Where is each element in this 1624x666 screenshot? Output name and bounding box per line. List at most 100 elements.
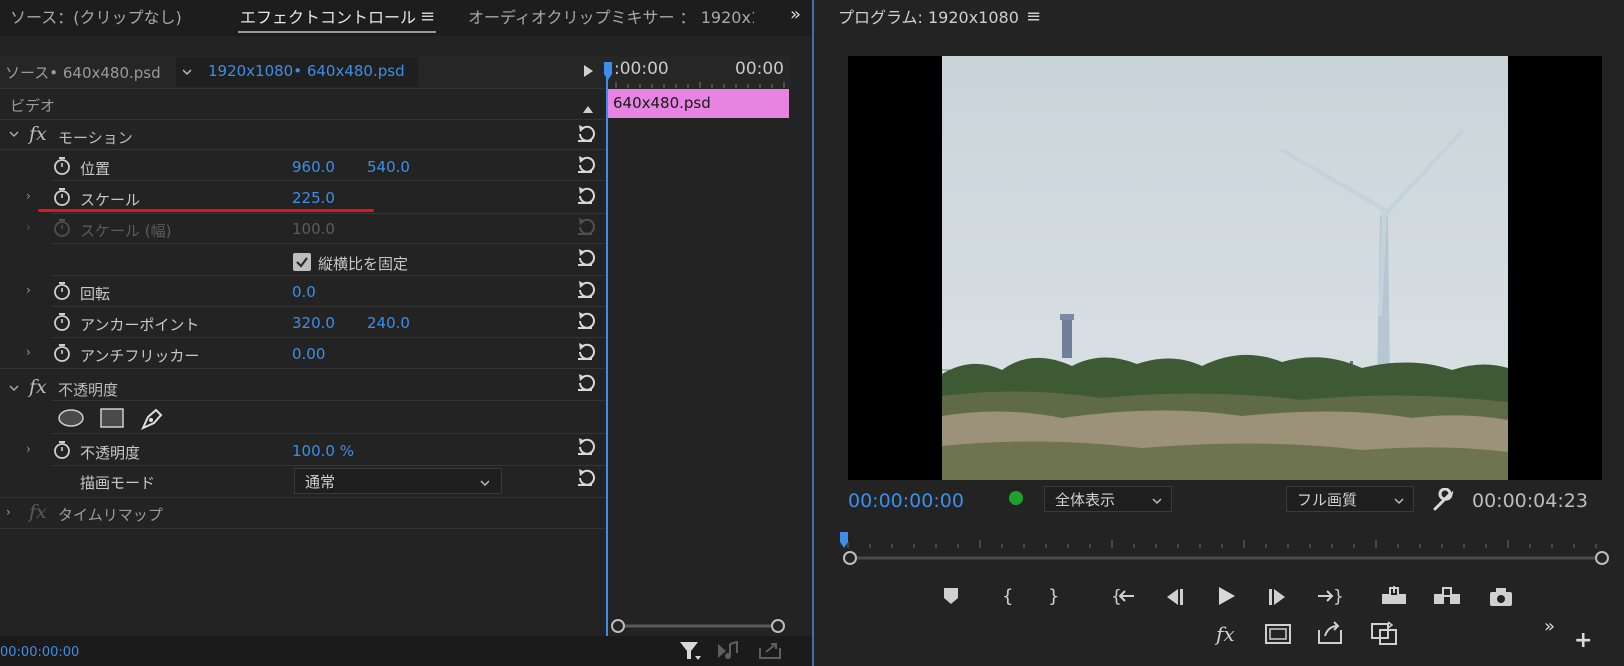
collapse-up-icon[interactable] [582,100,594,113]
opacity-value[interactable]: 100.0 % [292,442,354,460]
reset-icon[interactable] [574,280,596,300]
anchor-point-label: アンカーポイント [80,316,200,334]
playhead-handle[interactable] [604,62,612,80]
program-timecode[interactable]: 00:00:00:00 [848,490,964,512]
scale-label: スケール [80,191,141,209]
filter-icon[interactable] [678,640,702,662]
program-menu-icon[interactable]: ≡ [1026,6,1041,27]
quality-select[interactable]: フル画質 [1286,486,1414,512]
svg-text:{: { [1002,586,1013,607]
antiflicker-value[interactable]: 0.00 [292,345,325,363]
expand-chevron-icon[interactable]: › [26,283,31,297]
safe-margins-icon[interactable] [1264,622,1292,646]
add-marker-icon[interactable] [940,584,962,606]
fx-badge-icon[interactable]: fx [29,376,47,398]
tab-audio-clip-mixer[interactable]: オーディオクリップミキサー ： 1920x108 [468,4,754,28]
add-button-icon[interactable]: + [1574,628,1592,653]
bottom-timecode[interactable]: 00:00:00:00 [0,645,79,660]
position-y-value[interactable]: 540.0 [367,158,410,176]
timeline-end-time: 00:00 [735,59,784,79]
step-forward-icon[interactable] [1266,586,1290,608]
status-dot-icon [1009,491,1023,505]
playhead[interactable] [606,62,608,636]
stopwatch-icon[interactable] [53,343,71,363]
extract-icon[interactable] [1432,584,1462,608]
expand-opacity-chevron-icon[interactable] [8,380,20,392]
reset-icon[interactable] [574,124,596,144]
opacity-label: 不透明度 [80,444,141,462]
motion-title: モーション [58,129,133,147]
reset-icon[interactable] [574,248,596,268]
mark-out-icon[interactable]: } [1042,584,1064,608]
expand-chevron-icon[interactable]: › [6,505,11,519]
divider [52,400,606,401]
expand-chevron-icon[interactable]: › [26,345,31,359]
ellipse-mask-icon[interactable] [57,407,85,429]
reset-icon [574,217,596,237]
program-title[interactable]: プログラム: 1920x1080 [838,4,1019,28]
timeline-zoom-scrollbar[interactable] [606,618,790,634]
reset-icon[interactable] [574,468,596,488]
reset-icon[interactable] [574,155,596,175]
divider [52,180,606,181]
anchor-y-value[interactable]: 240.0 [367,314,410,332]
panel-menu-icon[interactable]: ≡ [420,6,435,27]
fit-select-value: 全体表示 [1055,491,1116,509]
show-timeline-icon[interactable] [582,64,594,78]
expand-chevron-icon[interactable]: › [26,220,31,234]
expand-motion-chevron-icon[interactable] [8,126,20,138]
blend-mode-select[interactable]: 通常 [294,468,502,494]
active-tab-underline [238,31,436,33]
uniform-scale-checkbox[interactable] [293,253,311,271]
mark-in-icon[interactable]: { [996,584,1018,608]
compare-view-icon[interactable] [1370,620,1398,646]
stopwatch-icon[interactable] [53,281,71,301]
section-video-header: ビデオ [10,97,56,115]
more-controls-icon[interactable]: » [1544,616,1555,637]
stopwatch-icon[interactable] [53,440,71,460]
pen-mask-icon[interactable] [139,405,165,431]
divider [0,528,606,529]
expand-chevron-icon[interactable]: › [26,442,31,456]
fx-toggle-icon[interactable]: fx [1216,622,1235,646]
fx-badge-icon[interactable]: fx [29,123,47,145]
scale-value[interactable]: 225.0 [292,189,335,207]
fx-badge-icon[interactable]: fx [29,501,47,523]
tab-source[interactable]: ソース：(クリップなし) [10,4,182,28]
mini-timeline[interactable] [606,56,790,636]
fit-select[interactable]: 全体表示 [1044,486,1172,512]
program-zoom-scrollbar[interactable] [838,550,1610,566]
audio-only-icon[interactable] [716,640,740,661]
tab-effect-controls[interactable]: エフェクトコントロール [240,4,416,28]
step-back-icon[interactable] [1162,586,1186,608]
svg-text:}: } [1048,586,1059,607]
go-to-in-icon[interactable]: { [1110,584,1136,608]
export-icon[interactable] [758,640,782,660]
lift-icon[interactable] [1380,584,1408,608]
export-frame-icon[interactable] [1316,620,1344,646]
sequence-clip-label[interactable]: 1920x1080• 640x480.psd [208,62,405,80]
go-to-out-icon[interactable]: } [1316,584,1342,608]
divider [0,88,606,89]
expand-chevron-icon[interactable]: › [26,189,31,203]
anchor-x-value[interactable]: 320.0 [292,314,335,332]
divider [52,275,606,276]
rectangle-mask-icon[interactable] [99,407,125,429]
reset-icon[interactable] [574,437,596,457]
play-icon[interactable] [1214,584,1238,608]
divider [52,213,606,214]
more-tabs-icon[interactable]: » [790,4,801,25]
wrench-icon[interactable] [1432,487,1456,512]
stopwatch-icon[interactable] [53,312,71,332]
reset-icon[interactable] [574,373,596,393]
position-x-value[interactable]: 960.0 [292,158,335,176]
stopwatch-icon[interactable] [53,187,71,207]
reset-icon[interactable] [574,186,596,206]
reset-icon[interactable] [574,311,596,331]
rotation-value[interactable]: 0.0 [292,283,316,301]
camera-icon[interactable] [1488,586,1514,608]
reset-icon[interactable] [574,342,596,362]
chevron-down-icon[interactable] [181,64,193,76]
wind-turbine-image [942,56,1508,480]
stopwatch-icon[interactable] [53,156,71,176]
